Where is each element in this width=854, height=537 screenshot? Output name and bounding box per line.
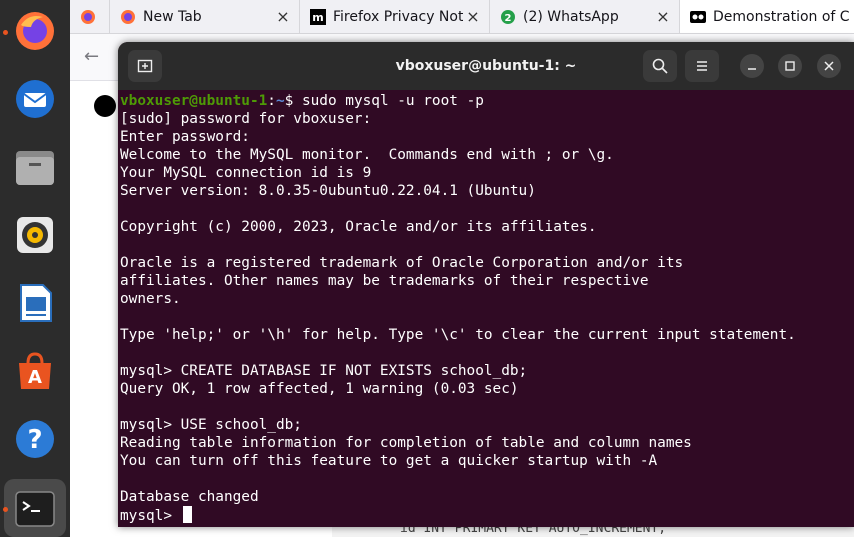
running-indicator: [3, 30, 8, 35]
tab-title: New Tab: [143, 8, 202, 25]
svg-text:m: m: [312, 11, 323, 24]
output-line: Oracle is a registered trademark of Orac…: [120, 255, 684, 271]
menu-button[interactable]: [685, 50, 719, 82]
svg-text:?: ?: [27, 425, 42, 455]
output-line: Welcome to the MySQL monitor. Commands e…: [120, 147, 614, 163]
text-cursor: [182, 506, 192, 523]
output-line: Copyright (c) 2000, 2023, Oracle and/or …: [120, 219, 597, 235]
output-line: Your MySQL connection id is 9: [120, 165, 372, 181]
help-icon[interactable]: ?: [12, 416, 58, 462]
maximize-icon: [785, 61, 795, 71]
back-arrow-icon[interactable]: ←: [84, 46, 99, 67]
prompt-path: ~: [275, 93, 285, 109]
hamburger-menu-icon: [697, 61, 707, 71]
output-line: [sudo] password for vboxuser:: [120, 111, 372, 127]
tab-whatsapp[interactable]: 2 (2) WhatsApp ×: [490, 0, 680, 33]
output-lines: [sudo] password for vboxuser: Enter passw…: [120, 110, 854, 506]
video-icon: [690, 9, 706, 25]
minimize-button[interactable]: [740, 54, 764, 78]
tab-firefox-privacy[interactable]: m Firefox Privacy Noti ×: [300, 0, 490, 33]
prompt-separator: :: [267, 93, 276, 109]
output-line: Database changed: [120, 489, 259, 505]
firefox-icon: [120, 9, 136, 25]
badge-count: 2: [505, 13, 512, 24]
svg-text:A: A: [28, 367, 42, 388]
output-line: You can turn off this feature to get a q…: [120, 453, 658, 469]
files-icon[interactable]: [12, 144, 58, 190]
app-center-icon[interactable]: A: [12, 348, 58, 394]
close-icon[interactable]: ×: [653, 7, 673, 26]
terminal-window[interactable]: vboxuser@ubuntu-1: ~ vboxuser@ubuntu-1:~…: [118, 42, 854, 527]
whatsapp-badge-icon: 2: [500, 9, 516, 25]
output-line: owners.: [120, 291, 181, 307]
close-icon: [824, 61, 834, 71]
rhythmbox-icon[interactable]: [12, 212, 58, 258]
output-line: Query OK, 1 row affected, 1 warning (0.0…: [120, 381, 519, 397]
output-line: Reading table information for completion…: [120, 435, 692, 451]
minimize-icon: [748, 68, 756, 70]
prompt-user: vboxuser@ubuntu-1: [120, 93, 268, 109]
output-line: Type 'help;' or '\h' for help. Type '\c'…: [120, 327, 796, 343]
tab-title: Demonstration of C: [713, 8, 850, 25]
prompt-dollar: $: [284, 93, 302, 109]
maximize-button[interactable]: [778, 54, 802, 78]
running-indicator: [3, 507, 8, 512]
output-line: affiliates. Other names may be trademark…: [120, 273, 649, 289]
output-line: Server version: 8.0.35-0ubuntu0.22.04.1 …: [120, 183, 536, 199]
tab-demonstration[interactable]: Demonstration of C: [680, 0, 854, 33]
close-icon[interactable]: ×: [463, 7, 483, 26]
output-line: mysql> USE school_db;: [120, 417, 302, 433]
firefox-icon[interactable]: [12, 8, 58, 54]
output-line: Enter password:: [120, 129, 250, 145]
close-icon[interactable]: ×: [273, 7, 293, 26]
tab-bar: New Tab × m Firefox Privacy Noti × 2 (2)…: [70, 0, 854, 34]
ubuntu-dock: A ?: [0, 0, 70, 537]
mysql-prompt: mysql>: [120, 508, 181, 524]
firefox-icon: [80, 9, 96, 25]
terminal-output[interactable]: vboxuser@ubuntu-1:~$ sudo mysql -u root …: [120, 92, 854, 527]
mozilla-icon: m: [310, 8, 326, 25]
mysql-prompt-line[interactable]: mysql>: [120, 506, 854, 524]
tab-title: Firefox Privacy Noti: [333, 8, 463, 25]
libreoffice-writer-icon[interactable]: [12, 280, 58, 326]
thunderbird-icon[interactable]: [12, 76, 58, 122]
output-line: mysql> CREATE DATABASE IF NOT EXISTS sch…: [120, 363, 528, 379]
tab-pinned-firefox[interactable]: [70, 0, 110, 33]
terminal-header[interactable]: vboxuser@ubuntu-1: ~: [118, 42, 854, 90]
search-button[interactable]: [643, 50, 677, 82]
tab-title: (2) WhatsApp: [523, 8, 619, 25]
command-line: vboxuser@ubuntu-1:~$ sudo mysql -u root …: [120, 92, 854, 110]
close-button[interactable]: [817, 54, 841, 78]
terminal-icon[interactable]: [12, 486, 58, 532]
page-dot-icon: [94, 95, 116, 117]
command-text: sudo mysql -u root -p: [301, 93, 484, 109]
search-icon: [652, 58, 668, 74]
tab-new-tab[interactable]: New Tab ×: [110, 0, 300, 33]
